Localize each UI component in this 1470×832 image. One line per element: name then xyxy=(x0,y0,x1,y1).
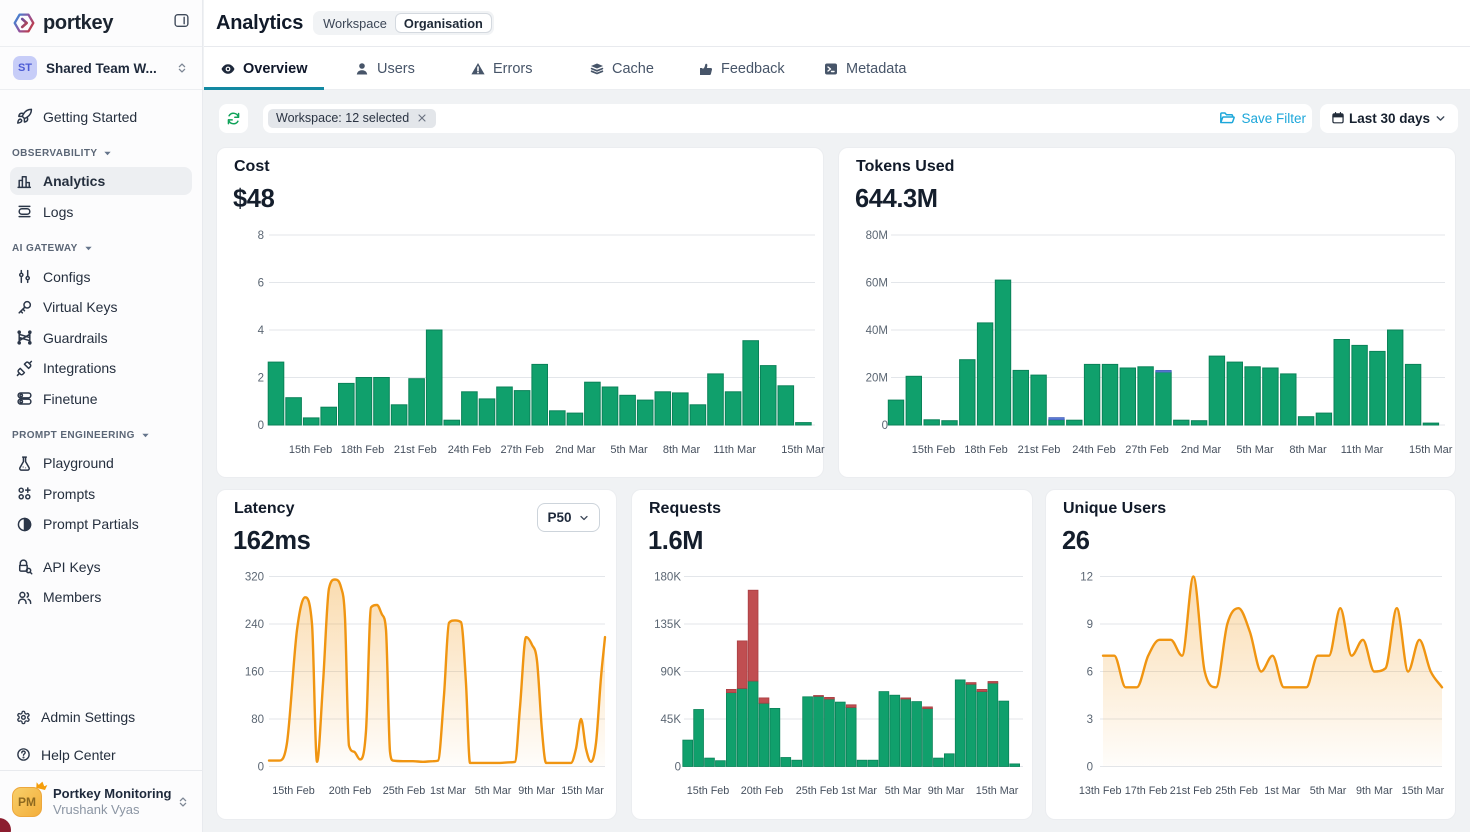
svg-text:2nd Mar: 2nd Mar xyxy=(1181,444,1222,456)
svg-text:180K: 180K xyxy=(654,572,681,584)
svg-text:9th Mar: 9th Mar xyxy=(1356,785,1393,797)
svg-text:15th Mar: 15th Mar xyxy=(976,785,1019,797)
svg-text:15th Feb: 15th Feb xyxy=(912,444,955,456)
svg-text:25th Feb: 25th Feb xyxy=(796,785,839,797)
svg-text:3: 3 xyxy=(1087,714,1093,726)
svg-text:80M: 80M xyxy=(866,230,888,242)
svg-text:135K: 135K xyxy=(654,619,681,631)
svg-text:0: 0 xyxy=(882,420,888,432)
svg-text:4: 4 xyxy=(258,325,265,337)
svg-text:5th Mar: 5th Mar xyxy=(885,785,922,797)
svg-text:27th Feb: 27th Feb xyxy=(1125,444,1168,456)
svg-text:9th Mar: 9th Mar xyxy=(928,785,965,797)
svg-text:0: 0 xyxy=(1087,762,1093,774)
svg-text:240: 240 xyxy=(245,619,264,631)
svg-text:1st Mar: 1st Mar xyxy=(430,785,466,797)
svg-text:20th Feb: 20th Feb xyxy=(741,785,784,797)
svg-text:90K: 90K xyxy=(661,667,682,679)
svg-text:20th Feb: 20th Feb xyxy=(329,785,372,797)
svg-text:1st Mar: 1st Mar xyxy=(1264,785,1300,797)
svg-text:5th Mar: 5th Mar xyxy=(475,785,512,797)
svg-text:8th Mar: 8th Mar xyxy=(1289,444,1327,456)
svg-text:9th Mar: 9th Mar xyxy=(518,785,555,797)
svg-text:18th Feb: 18th Feb xyxy=(341,444,384,456)
svg-text:11th Mar: 11th Mar xyxy=(1341,444,1384,456)
svg-text:5th Mar: 5th Mar xyxy=(1310,785,1347,797)
svg-text:21st Feb: 21st Feb xyxy=(394,444,437,456)
svg-text:0: 0 xyxy=(258,762,264,774)
svg-text:0: 0 xyxy=(258,420,264,432)
svg-text:15th Mar: 15th Mar xyxy=(1402,785,1445,797)
svg-text:15th Mar: 15th Mar xyxy=(1409,444,1453,456)
svg-text:15th Feb: 15th Feb xyxy=(687,785,730,797)
svg-text:80: 80 xyxy=(251,714,264,726)
svg-text:40M: 40M xyxy=(866,325,888,337)
svg-text:13th Feb: 13th Feb xyxy=(1079,785,1122,797)
svg-text:320: 320 xyxy=(245,572,264,584)
svg-text:6: 6 xyxy=(1087,667,1093,679)
svg-text:27th Feb: 27th Feb xyxy=(500,444,543,456)
svg-text:0: 0 xyxy=(675,762,681,774)
svg-text:25th Feb: 25th Feb xyxy=(383,785,426,797)
svg-text:18th Feb: 18th Feb xyxy=(964,444,1007,456)
svg-text:11th Mar: 11th Mar xyxy=(713,444,756,456)
svg-text:2: 2 xyxy=(258,373,264,385)
svg-text:15th Feb: 15th Feb xyxy=(272,785,315,797)
svg-text:8: 8 xyxy=(258,230,264,242)
svg-text:160: 160 xyxy=(245,667,264,679)
svg-text:20M: 20M xyxy=(866,373,888,385)
svg-text:24th Feb: 24th Feb xyxy=(448,444,491,456)
svg-text:15th Mar: 15th Mar xyxy=(561,785,604,797)
svg-text:24th Feb: 24th Feb xyxy=(1072,444,1115,456)
svg-text:21st Feb: 21st Feb xyxy=(1018,444,1061,456)
svg-text:45K: 45K xyxy=(661,714,682,726)
svg-text:6: 6 xyxy=(258,278,264,290)
svg-text:17th Feb: 17th Feb xyxy=(1125,785,1168,797)
svg-text:12: 12 xyxy=(1080,572,1093,584)
svg-text:8th Mar: 8th Mar xyxy=(663,444,701,456)
svg-text:5th Mar: 5th Mar xyxy=(1236,444,1274,456)
svg-text:15th Mar: 15th Mar xyxy=(781,444,825,456)
svg-text:15th Feb: 15th Feb xyxy=(289,444,332,456)
svg-text:25th Feb: 25th Feb xyxy=(1215,785,1258,797)
svg-text:2nd Mar: 2nd Mar xyxy=(555,444,596,456)
svg-text:60M: 60M xyxy=(866,278,888,290)
svg-text:5th Mar: 5th Mar xyxy=(610,444,648,456)
svg-text:21st Feb: 21st Feb xyxy=(1170,785,1212,797)
svg-text:9: 9 xyxy=(1087,619,1093,631)
svg-text:1st Mar: 1st Mar xyxy=(841,785,877,797)
